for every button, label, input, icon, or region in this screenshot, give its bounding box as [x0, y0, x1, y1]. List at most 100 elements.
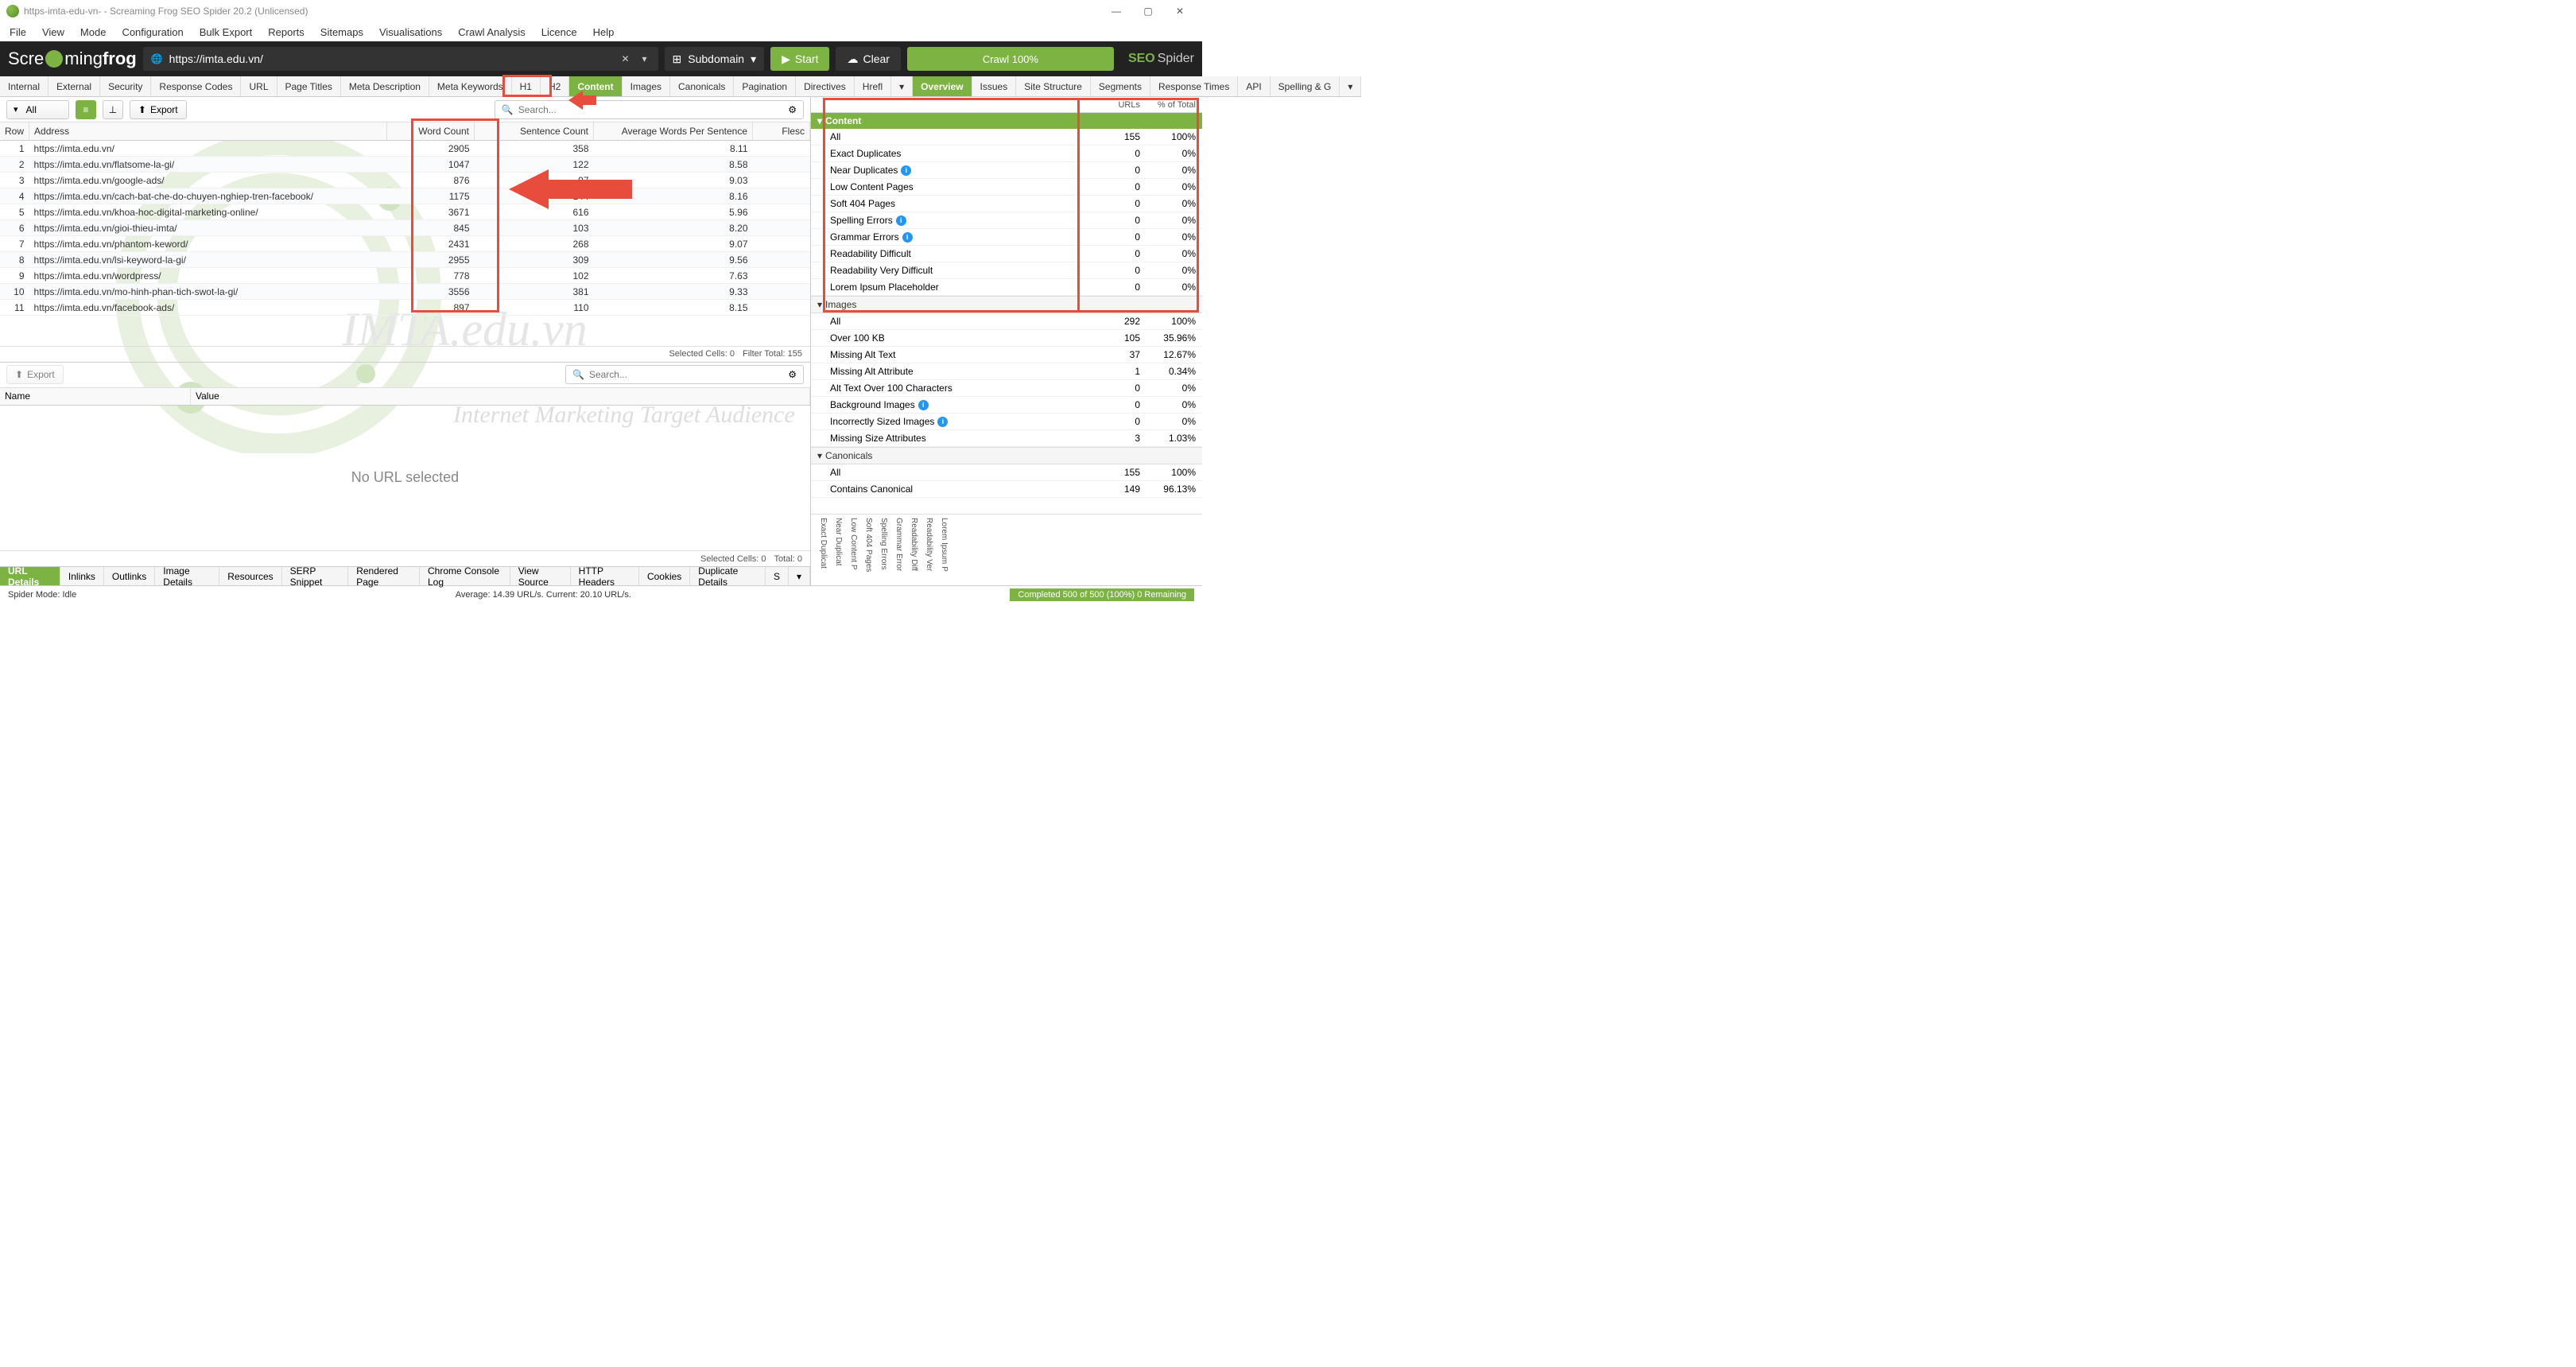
tab-issues[interactable]: Issues [972, 76, 1017, 96]
tab-overview[interactable]: Overview [913, 76, 972, 96]
col-row[interactable]: Row [0, 122, 29, 141]
table-row[interactable]: 5https://imta.edu.vn/khoa-hoc-digital-ma… [0, 204, 810, 220]
tab-pagination[interactable]: Pagination [734, 76, 796, 96]
menu-view[interactable]: View [42, 26, 64, 38]
overview-row[interactable]: Low Content Pages00% [811, 179, 1202, 196]
tab-http-headers[interactable]: HTTP Headers [571, 567, 639, 585]
overview-row[interactable]: Lorem Ipsum Placeholder00% [811, 279, 1202, 296]
tab-s[interactable]: S [766, 567, 789, 585]
overview-row[interactable]: Missing Alt Text3712.67% [811, 347, 1202, 363]
overview-row[interactable]: All155100% [811, 464, 1202, 481]
tab-security[interactable]: Security [100, 76, 151, 96]
overview-row[interactable]: Exact Duplicates00% [811, 146, 1202, 162]
overview-row[interactable]: Missing Alt Attribute10.34% [811, 363, 1202, 380]
overview-row[interactable]: Soft 404 Pages00% [811, 196, 1202, 212]
tab-images[interactable]: Images [623, 76, 670, 96]
menu-configuration[interactable]: Configuration [122, 26, 183, 38]
menu-file[interactable]: File [10, 26, 26, 38]
tab-canonicals[interactable]: Canonicals [670, 76, 734, 96]
col-awps[interactable]: Average Words Per Sentence [594, 122, 753, 141]
table-row[interactable]: 1https://imta.edu.vn/29053588.11 [0, 141, 810, 157]
col-value[interactable]: Value [191, 388, 810, 405]
menu-mode[interactable]: Mode [80, 26, 107, 38]
filter-select[interactable]: All [6, 100, 69, 119]
tab-content[interactable]: Content [569, 76, 622, 96]
overview-row[interactable]: Spelling Errorsi00% [811, 212, 1202, 229]
overview-row[interactable]: Readability Difficult00% [811, 246, 1202, 262]
overview-group-content[interactable]: ▾Content [811, 113, 1202, 129]
overview-row[interactable]: Near Duplicatesi00% [811, 162, 1202, 179]
tab-inlinks[interactable]: Inlinks [60, 567, 104, 585]
overview-group-canonicals[interactable]: ▾Canonicals [811, 447, 1202, 464]
tab-url-details[interactable]: URL Details [0, 567, 60, 585]
table-row[interactable]: 10https://imta.edu.vn/mo-hinh-phan-tich-… [0, 284, 810, 300]
tab-segments[interactable]: Segments [1091, 76, 1150, 96]
lower-search-input[interactable] [589, 369, 783, 380]
col-name[interactable]: Name [0, 388, 191, 405]
overview-row[interactable]: Over 100 KB10535.96% [811, 330, 1202, 347]
table-row[interactable]: 3https://imta.edu.vn/google-ads/876979.0… [0, 173, 810, 188]
tab-site-structure[interactable]: Site Structure [1016, 76, 1091, 96]
overview-row[interactable]: Readability Very Difficult00% [811, 262, 1202, 279]
overview-row[interactable]: All292100% [811, 313, 1202, 330]
menu-crawl-analysis[interactable]: Crawl Analysis [458, 26, 526, 38]
table-row[interactable]: 8https://imta.edu.vn/lsi-keyword-la-gi/2… [0, 252, 810, 268]
tab-directives[interactable]: Directives [796, 76, 855, 96]
tabs-overflow[interactable]: ▾ [891, 76, 913, 96]
overview-row[interactable]: Missing Size Attributes31.03% [811, 430, 1202, 447]
tab-chrome-console-log[interactable]: Chrome Console Log [420, 567, 510, 585]
filter-settings-icon[interactable]: ⚙ [788, 104, 797, 115]
tab-image-details[interactable]: Image Details [155, 567, 219, 585]
table-row[interactable]: 11https://imta.edu.vn/facebook-ads/89711… [0, 300, 810, 316]
overview-row[interactable]: Contains Canonical14996.13% [811, 481, 1202, 498]
tab-spelling-g[interactable]: Spelling & G [1271, 76, 1340, 96]
table-row[interactable]: 6https://imta.edu.vn/gioi-thieu-imta/845… [0, 220, 810, 236]
table-row[interactable]: 4https://imta.edu.vn/cach-bat-che-do-chu… [0, 188, 810, 204]
tab-meta-keywords[interactable]: Meta Keywords [429, 76, 512, 96]
menu-licence[interactable]: Licence [541, 26, 577, 38]
col-flesch[interactable]: Flesc [753, 122, 810, 141]
tree-view-button[interactable]: ⊥ [103, 100, 123, 119]
overview-row[interactable]: Background Imagesi00% [811, 397, 1202, 414]
tab-response-codes[interactable]: Response Codes [151, 76, 241, 96]
tab-rendered-page[interactable]: Rendered Page [348, 567, 420, 585]
table-row[interactable]: 9https://imta.edu.vn/wordpress/7781027.6… [0, 268, 810, 284]
menu-help[interactable]: Help [593, 26, 615, 38]
overview-row[interactable]: Incorrectly Sized Imagesi00% [811, 414, 1202, 430]
col-sentence-count[interactable]: Sentence Count [475, 122, 594, 141]
export-button[interactable]: ⬆Export [130, 100, 187, 119]
col-word-count[interactable]: Word Count [387, 122, 475, 141]
tab-response-times[interactable]: Response Times [1150, 76, 1238, 96]
url-dropdown-icon[interactable]: ▾ [639, 53, 650, 64]
tab-page-titles[interactable]: Page Titles [277, 76, 341, 96]
url-input[interactable]: https://imta.edu.vn/ [169, 52, 612, 65]
overview-group-images[interactable]: ▾Images [811, 296, 1202, 313]
tab-cookies[interactable]: Cookies [639, 567, 690, 585]
overview-list[interactable]: ▾Content All155100% Exact Duplicates00%Nea… [811, 113, 1202, 514]
tab-internal[interactable]: Internal [0, 76, 48, 96]
table-row[interactable]: 2https://imta.edu.vn/flatsome-la-gi/1047… [0, 157, 810, 173]
tab-outlinks[interactable]: Outlinks [104, 567, 155, 585]
maximize-button[interactable]: ▢ [1132, 6, 1164, 17]
scope-select[interactable]: ⊞ Subdomain ▾ [665, 47, 765, 71]
url-input-wrap[interactable]: 🌐 https://imta.edu.vn/ ✕ ▾ [143, 47, 658, 71]
start-button[interactable]: ▶ Start [770, 47, 829, 71]
tab-meta-description[interactable]: Meta Description [341, 76, 429, 96]
tab-external[interactable]: External [48, 76, 100, 96]
tab-serp-snippet[interactable]: SERP Snippet [282, 567, 349, 585]
tab-api[interactable]: API [1238, 76, 1270, 96]
tab-h1[interactable]: H1 [512, 76, 541, 96]
tab-view-source[interactable]: View Source [510, 567, 571, 585]
close-button[interactable]: ✕ [1164, 6, 1196, 17]
tab-resources[interactable]: Resources [219, 567, 281, 585]
overview-row[interactable]: Grammar Errorsi00% [811, 229, 1202, 246]
filter-settings-icon[interactable]: ⚙ [788, 369, 797, 380]
lower-search-box[interactable]: 🔍 ⚙ [565, 365, 804, 384]
clear-button[interactable]: ☁ Clear [836, 47, 900, 71]
list-view-button[interactable]: ≡ [76, 100, 96, 119]
search-box[interactable]: 🔍 ⚙ [495, 100, 804, 119]
menu-sitemaps[interactable]: Sitemaps [320, 26, 363, 38]
menu-visualisations[interactable]: Visualisations [379, 26, 442, 38]
minimize-button[interactable]: — [1100, 6, 1132, 17]
col-address[interactable]: Address [29, 122, 387, 141]
